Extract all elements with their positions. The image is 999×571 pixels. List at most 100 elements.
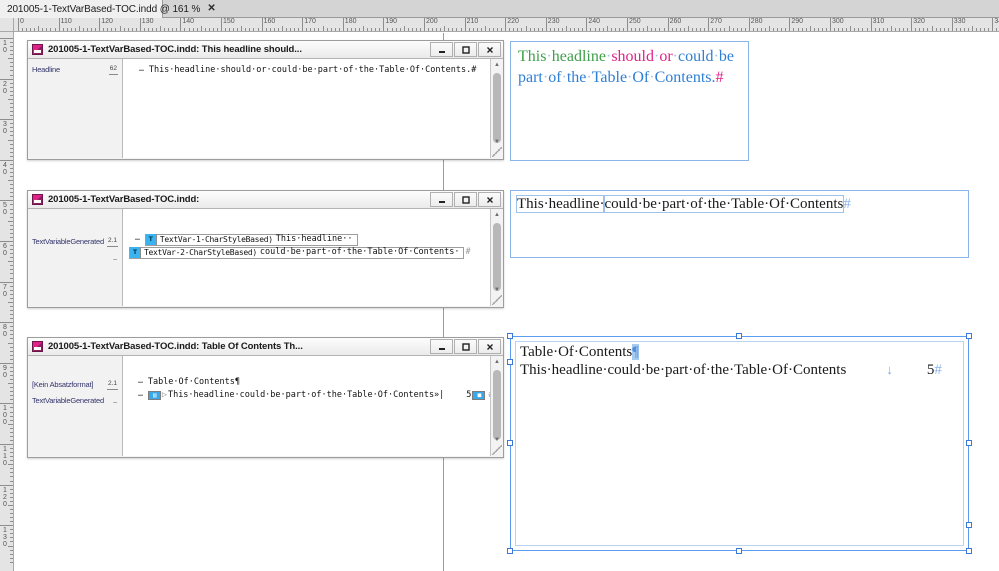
story-editor-window-2[interactable]: 201005-1-TextVarBased-TOC.indd: TextVari…: [27, 190, 504, 308]
editor-line[interactable]: ━ This·headline·should·or·could·be·part·…: [129, 64, 503, 77]
story-editor-2-scrollbar[interactable]: ▲ ▼: [490, 209, 503, 306]
ruler-tick-label: 90: [3, 364, 7, 379]
story-editor-1-window-buttons[interactable]: [430, 42, 501, 57]
story-editor-3-body[interactable]: [Kein Absatzformat] 2.1 TextVariableGene…: [28, 356, 503, 456]
ruler-minor-tick: [756, 28, 758, 31]
selection-handle-top-center[interactable]: [736, 333, 742, 339]
toc-entry-text: This·headline·could·be·part·of·the·Table…: [520, 362, 847, 378]
editor-line[interactable]: ━ Table·Of·Contents¶: [129, 376, 503, 389]
story-editor-2-text-column[interactable]: ━ T TextVar-1-CharStyleBased) This·headl…: [123, 209, 503, 306]
ruler-minor-tick: [976, 28, 978, 31]
story-editor-2-body[interactable]: TextVariableGenerated 2.1 _ ━ T TextVar-…: [28, 209, 503, 306]
close-button[interactable]: [478, 42, 501, 57]
document-tab[interactable]: 201005-1-TextVarBased-TOC.indd @ 161 % ✕: [0, 0, 216, 18]
ruler-minor-tick: [10, 151, 13, 153]
ruler-minor-tick: [8, 261, 13, 263]
scroll-up-icon[interactable]: ▲: [491, 209, 503, 221]
close-button[interactable]: [478, 192, 501, 207]
ruler-tick-label: 230: [547, 18, 560, 25]
ruler-minor-tick: [8, 180, 13, 182]
ruler-minor-tick: [403, 26, 405, 31]
text-variable-container[interactable]: T TextVar-1-CharStyleBased) This·headlin…: [144, 233, 358, 246]
story-editor-2-titlebar[interactable]: 201005-1-TextVarBased-TOC.indd:: [28, 191, 503, 209]
resize-grip[interactable]: [492, 445, 502, 455]
ruler-minor-tick: [10, 419, 13, 421]
ruler-minor-tick: [208, 28, 210, 31]
selection-handle-middle-left[interactable]: [507, 440, 513, 446]
story-editor-3-window-buttons[interactable]: [430, 339, 501, 354]
headline-run: part: [518, 69, 543, 86]
ruler-minor-tick: [10, 212, 13, 214]
resize-grip[interactable]: [492, 295, 502, 305]
headline-run: could: [677, 48, 714, 65]
ruler-minor-tick: [10, 196, 13, 198]
ruler-minor-tick: [10, 533, 13, 535]
story-editor-2-window-buttons[interactable]: [430, 192, 501, 207]
ruler-minor-tick: [10, 452, 13, 454]
scrollbar-thumb[interactable]: [493, 370, 501, 440]
minimize-button[interactable]: [430, 192, 453, 207]
headline-text-frame[interactable]: This·headline·should·or·could·be part·of…: [510, 41, 749, 161]
maximize-button[interactable]: [454, 42, 477, 57]
maximize-button[interactable]: [454, 339, 477, 354]
minimize-button[interactable]: [430, 339, 453, 354]
story-editor-2-style-column: TextVariableGenerated 2.1 _: [28, 209, 123, 306]
ruler-minor-tick: [363, 26, 365, 31]
ruler-minor-tick: [10, 94, 13, 96]
close-icon[interactable]: ✕: [207, 4, 215, 14]
ruler-origin-corner[interactable]: [0, 18, 14, 32]
minimize-button[interactable]: [430, 42, 453, 57]
ruler-minor-tick: [10, 374, 13, 376]
scrollbar-thumb[interactable]: [493, 73, 501, 143]
ruler-minor-tick: [907, 28, 909, 31]
ruler-minor-tick: [391, 28, 393, 31]
text-variable-chip[interactable]: T: [145, 234, 157, 245]
story-editor-3-scrollbar[interactable]: ▲ ▼: [490, 356, 503, 456]
ruler-minor-tick: [10, 62, 13, 64]
ruler-minor-tick: [10, 273, 13, 275]
ruler-minor-tick: [866, 28, 868, 31]
scrollbar-thumb[interactable]: [493, 223, 501, 291]
story-editor-3-text-column[interactable]: ━ Table·Of·Contents¶ ━ ▤ ▷ This·headline…: [123, 356, 503, 456]
story-editor-1-titlebar[interactable]: 201005-1-TextVarBased-TOC.indd: This hea…: [28, 41, 503, 59]
ruler-minor-tick: [10, 135, 13, 137]
variable-text-line: This·headline·could·be·part·of·the·Table…: [515, 195, 851, 213]
editor-line[interactable]: ━ ▤ ▷ This·headline·could·be·part·of·the…: [129, 389, 503, 402]
toc-page-number: 5: [466, 390, 472, 400]
text-inport-handle[interactable]: [507, 359, 513, 365]
story-editor-3-titlebar[interactable]: 201005-1-TextVarBased-TOC.indd: Table Of…: [28, 338, 503, 356]
toc-text-frame[interactable]: Table·Of·Contents¶ This·headline·could·b…: [507, 333, 972, 554]
scroll-up-icon[interactable]: ▲: [491, 59, 503, 71]
ruler-minor-tick: [651, 28, 653, 31]
editor-line[interactable]: T TextVar-2-CharStyleBased) could·be·par…: [129, 246, 503, 259]
horizontal-ruler[interactable]: 0 110 120 130 140 150 160 170 180 190 200 210 220 230…: [0, 18, 999, 32]
selection-handle-bottom-left[interactable]: [507, 548, 513, 554]
story-editor-window-3[interactable]: 201005-1-TextVarBased-TOC.indd: Table Of…: [27, 337, 504, 458]
ruler-major-tick: [0, 38, 13, 39]
story-editor-1-scrollbar[interactable]: ▲ ▼: [490, 59, 503, 158]
ruler-minor-tick: [10, 431, 13, 433]
variable-text-frame[interactable]: This·headline·could·be·part·of·the·Table…: [510, 190, 969, 258]
story-editor-window-1[interactable]: 201005-1-TextVarBased-TOC.indd: This hea…: [27, 40, 504, 160]
text-variable-chip[interactable]: T: [130, 247, 141, 258]
selection-handle-top-right[interactable]: [966, 333, 972, 339]
selection-handle-bottom-center[interactable]: [736, 548, 742, 554]
maximize-button[interactable]: [454, 192, 477, 207]
ruler-minor-tick: [606, 26, 608, 31]
text-outport-handle[interactable]: [966, 522, 972, 528]
ruler-minor-tick: [10, 285, 13, 287]
close-button[interactable]: [478, 339, 501, 354]
selection-handle-top-left[interactable]: [507, 333, 513, 339]
document-canvas[interactable]: 201005-1-TextVarBased-TOC.indd: This hea…: [15, 33, 999, 571]
selection-handle-middle-right[interactable]: [966, 440, 972, 446]
story-editor-1-text-column[interactable]: ━ This·headline·should·or·could·be·part·…: [123, 59, 503, 158]
ruler-minor-tick: [42, 28, 44, 31]
resize-grip[interactable]: [492, 147, 502, 157]
ruler-minor-tick: [436, 28, 438, 31]
editor-line[interactable]: ━ T TextVar-1-CharStyleBased) This·headl…: [129, 233, 503, 246]
story-editor-1-body[interactable]: Headline 62 ━ This·headline·should·or·co…: [28, 59, 503, 158]
selection-handle-bottom-right[interactable]: [966, 548, 972, 554]
text-variable-container[interactable]: T TextVar-2-CharStyleBased) could·be·par…: [129, 246, 464, 259]
vertical-ruler[interactable]: 102030405060708090100110120130: [0, 32, 14, 571]
scroll-up-icon[interactable]: ▲: [491, 356, 503, 368]
